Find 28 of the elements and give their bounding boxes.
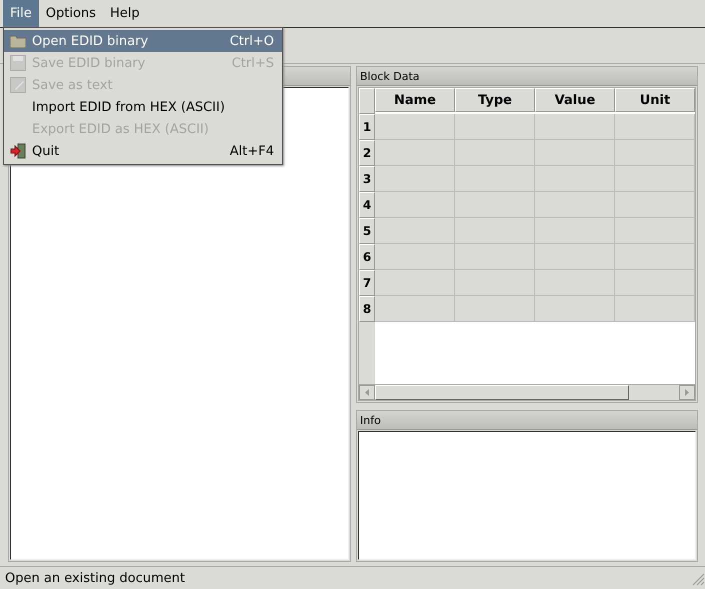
panel-title: Info — [357, 411, 697, 430]
menu-item[interactable]: Open EDID binary Ctrl+O — [4, 30, 282, 52]
menu-item[interactable]: File — [3, 0, 39, 27]
column-header[interactable]: Type — [455, 88, 535, 112]
row-header-gutter — [359, 322, 375, 384]
row-header: 7 — [359, 270, 375, 296]
table-corner[interactable] — [359, 88, 375, 114]
exit-door-icon — [10, 143, 26, 159]
row-header: 6 — [359, 244, 375, 270]
menu-item[interactable]: Import EDID from HEX (ASCII) — [4, 96, 282, 118]
column-header[interactable]: Name — [375, 88, 455, 112]
row-header: 2 — [359, 140, 375, 166]
row-header: 5 — [359, 218, 375, 244]
menu-item[interactable]: Help — [102, 0, 147, 27]
folder-icon — [10, 34, 26, 48]
panel-title: Block Data — [357, 67, 697, 86]
horizontal-scrollbar[interactable] — [359, 384, 695, 400]
row-header: 1 — [359, 114, 375, 140]
menu-item[interactable]: Options — [38, 0, 103, 27]
row-header: 8 — [359, 296, 375, 322]
column-header[interactable]: Unit — [615, 88, 695, 112]
menu-item[interactable]: Quit Alt+F4 — [4, 140, 282, 162]
column-header[interactable]: Value — [535, 88, 615, 112]
row-header: 3 — [359, 166, 375, 192]
status-text: Open an existing document — [5, 570, 185, 586]
row-header: 4 — [359, 192, 375, 218]
scrollbar-thumb[interactable] — [375, 385, 629, 400]
document-edit-icon — [10, 77, 26, 93]
